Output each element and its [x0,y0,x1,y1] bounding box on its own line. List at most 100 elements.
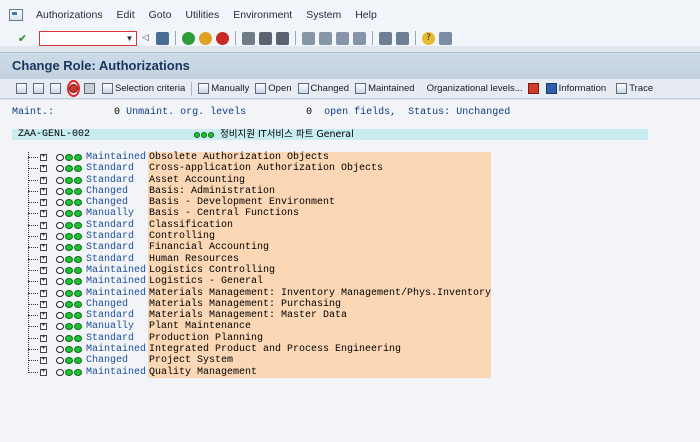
first-page-icon[interactable] [302,31,315,45]
traffic-lights[interactable] [56,266,83,274]
generate-profile-button[interactable] [65,80,82,97]
tree-row[interactable]: + Changed Materials Management: Purchasing [26,298,496,311]
tree-row[interactable]: + Maintained Logistics - General [26,276,496,288]
menu-help[interactable]: Help [348,9,384,21]
information-button[interactable]: Information [543,80,610,97]
traffic-lights[interactable] [56,210,83,218]
expand-icon[interactable]: + [40,334,47,342]
new-session-icon[interactable] [379,31,392,45]
previous-page-icon[interactable] [319,31,332,45]
traffic-lights[interactable] [56,312,83,320]
tree-row[interactable]: + Maintained Integrated Product and Proces… [26,344,496,356]
tree-row[interactable]: + Manually Plant Maintenance [26,321,496,333]
layout-menu-icon[interactable] [439,31,452,45]
tree-row[interactable]: + Standard Controlling [26,231,496,243]
expand-icon[interactable]: + [40,233,47,241]
node-text[interactable]: Cross-application Authorization Objects [148,163,491,175]
tree-row[interactable]: + Maintained Logistics Controlling [26,264,496,277]
tree-row[interactable]: + Standard Cross-application Authorization… [26,163,496,175]
node-text[interactable]: Plant Maintenance [148,321,491,333]
expand-icon[interactable]: + [40,289,47,297]
print-icon[interactable] [242,31,255,45]
expand-icon[interactable]: + [40,323,47,331]
traffic-lights[interactable] [56,334,83,342]
expand-icon[interactable]: + [40,154,47,161]
exit-icon[interactable] [199,31,212,45]
expand-icon[interactable]: + [40,187,47,195]
command-input[interactable] [40,32,126,46]
menu-utilities[interactable]: Utilities [178,9,226,21]
menu-edit[interactable]: Edit [110,9,142,21]
traffic-lights[interactable] [56,255,83,263]
tree-row[interactable]: + Changed Basis: Administration [26,185,496,198]
traffic-lights[interactable] [56,154,83,161]
save-icon[interactable] [156,31,169,45]
expand-icon[interactable]: + [40,368,47,376]
traffic-lights[interactable] [56,289,83,297]
node-text[interactable]: Production Planning [148,332,491,345]
cancel-icon[interactable] [216,31,229,45]
chevron-down-icon[interactable]: ▼ [124,33,135,44]
command-field[interactable]: ▼ [39,30,137,46]
find-icon[interactable] [259,31,272,45]
expand-icon[interactable]: + [40,210,47,218]
node-text[interactable]: Basis - Development Environment [148,197,491,209]
expand-icon[interactable]: + [40,176,47,184]
node-text[interactable]: Quality Management [148,366,491,378]
tree-row[interactable]: + Changed Basis - Development Environment [26,197,496,209]
tree-row[interactable]: + Maintained Quality Management [26,366,496,378]
expand-icon[interactable]: + [40,199,47,207]
traffic-lights[interactable] [56,368,83,376]
last-page-icon[interactable] [353,31,366,45]
tree-row[interactable]: + Changed Project System [26,355,496,367]
menu-system[interactable]: System [299,9,348,21]
expand-icon[interactable]: + [40,300,47,308]
next-page-icon[interactable] [336,31,349,45]
maintained-button[interactable]: Maintained [352,80,417,97]
node-text[interactable]: Controlling [148,231,491,243]
manually-button[interactable]: Manually [195,80,252,97]
node-text[interactable]: Classification [148,219,491,232]
open-button[interactable]: Open [252,80,294,97]
display-change-icon[interactable] [14,80,31,97]
tree-row[interactable]: + Standard Production Planning [26,332,496,345]
traffic-lights[interactable] [56,300,83,308]
expand-icon[interactable]: + [40,244,47,252]
traffic-lights[interactable] [56,199,83,207]
node-text[interactable]: Financial Accounting [148,242,491,254]
traffic-lights[interactable] [56,346,83,354]
node-text[interactable]: Basis: Administration [148,185,491,198]
node-text[interactable]: Materials Management: Inventory Manageme… [148,287,491,299]
tree-row[interactable]: + Maintained Obsolete Authorization Object… [26,152,496,164]
collapse-left-icon[interactable]: ◁ [139,32,152,45]
expand-icon[interactable]: + [40,266,47,274]
traffic-lights[interactable] [56,357,83,365]
node-text[interactable]: Human Resources [148,253,491,265]
traffic-lights[interactable] [56,244,83,252]
tree-row[interactable]: + Standard Asset Accounting [26,174,496,186]
node-text[interactable]: Integrated Product and Process Engineeri… [148,344,491,356]
traffic-lights[interactable] [56,323,83,331]
menu-goto[interactable]: Goto [142,9,179,21]
expand-icon[interactable]: + [40,221,47,229]
tree-row[interactable]: + Standard Human Resources [26,253,496,265]
node-text[interactable]: Project System [148,355,491,367]
check-icon[interactable] [31,80,48,97]
node-text[interactable]: Logistics - General [148,276,491,288]
menu-environment[interactable]: Environment [226,9,299,21]
tree-row[interactable]: + Maintained Materials Management: Invento… [26,287,496,299]
shortcut-icon[interactable] [396,31,409,45]
tree-row[interactable]: + Standard Materials Management: Master Da… [26,310,496,322]
expand-icon[interactable]: + [40,346,47,354]
node-text[interactable]: Obsolete Authorization Objects [148,152,491,164]
expand-icon[interactable]: + [40,312,47,320]
find-next-icon[interactable] [276,31,289,45]
tree-row[interactable]: + Standard Classification [26,219,496,232]
traffic-lights[interactable] [56,233,83,241]
node-text[interactable]: Logistics Controlling [148,264,491,277]
traffic-lights[interactable] [56,165,83,173]
back-icon[interactable] [182,31,195,45]
help-icon[interactable]: ? [422,31,435,45]
enter-check-icon[interactable]: ✔ [16,32,29,45]
menu-authorizations[interactable]: Authorizations [29,9,110,21]
